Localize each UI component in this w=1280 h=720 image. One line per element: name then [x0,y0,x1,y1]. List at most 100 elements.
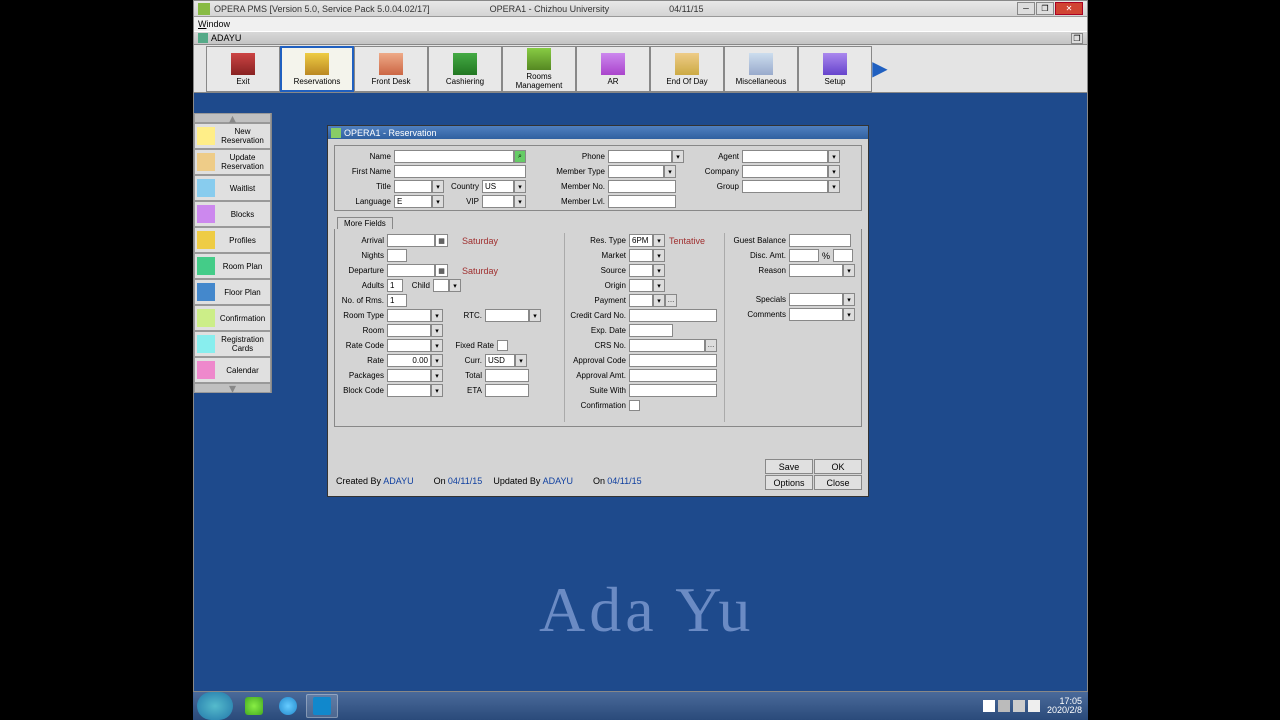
vip-field[interactable] [482,195,514,208]
minimize-button[interactable]: ─ [1017,2,1035,15]
tool-ar[interactable]: AR [576,46,650,92]
specials-dropdown[interactable]: ▾ [843,293,855,306]
credit-card-no-field[interactable] [629,309,717,322]
tray-clock[interactable]: 17:05 2020/2/8 [1043,697,1086,715]
room-type-field[interactable] [387,309,431,322]
taskbar-ie[interactable] [272,694,304,718]
sidebar-room-plan[interactable]: Room Plan [194,253,271,279]
member-lvl-field[interactable] [608,195,676,208]
tool-rooms-management[interactable]: Rooms Management [502,46,576,92]
crs-no-field[interactable] [629,339,705,352]
eta-field[interactable] [485,384,529,397]
room-field[interactable] [387,324,431,337]
company-field[interactable] [742,165,828,178]
rate-code-dropdown[interactable]: ▾ [431,339,443,352]
payment-dropdown[interactable]: ▾ [653,294,665,307]
curr-field[interactable] [485,354,515,367]
disc-amt-field[interactable] [789,249,819,262]
specials-field[interactable] [789,293,843,306]
more-fields-tab[interactable]: More Fields [337,217,393,229]
sidebar-up-arrow[interactable]: ▴ [194,113,271,123]
sidebar-down-arrow[interactable]: ▾ [194,383,271,393]
phone-field[interactable] [608,150,672,163]
title-field[interactable] [394,180,432,193]
taskbar-app-3[interactable] [306,694,338,718]
room-dropdown[interactable]: ▾ [431,324,443,337]
crs-no-button[interactable]: … [705,339,717,352]
title-dropdown[interactable]: ▾ [432,180,444,193]
close-dialog-button[interactable]: Close [814,475,862,490]
member-type-dropdown[interactable]: ▾ [664,165,676,178]
packages-field[interactable] [387,369,431,382]
save-button[interactable]: Save [765,459,813,474]
approval-amt-field[interactable] [629,369,717,382]
payment-field[interactable] [629,294,653,307]
group-dropdown[interactable]: ▾ [828,180,840,193]
reason-field[interactable] [789,264,843,277]
tool-reservations[interactable]: Reservations [280,46,354,92]
market-dropdown[interactable]: ▾ [653,249,665,262]
rtc-field[interactable] [485,309,529,322]
options-button[interactable]: Options [765,475,813,490]
agent-dropdown[interactable]: ▾ [828,150,840,163]
suite-with-field[interactable] [629,384,717,397]
no-of-rms-field[interactable] [387,294,407,307]
child-field[interactable] [433,279,449,292]
language-field[interactable] [394,195,432,208]
vip-dropdown[interactable]: ▾ [514,195,526,208]
reservation-window-title[interactable]: OPERA1 - Reservation [328,126,868,139]
agent-field[interactable] [742,150,828,163]
language-dropdown[interactable]: ▾ [432,195,444,208]
tool-exit[interactable]: Exit [206,46,280,92]
rtc-dropdown[interactable]: ▾ [529,309,541,322]
sidebar-new-reservation[interactable]: New Reservation [194,123,271,149]
name-lookup-icon[interactable]: ⌕ [514,150,526,163]
origin-field[interactable] [629,279,653,292]
market-field[interactable] [629,249,653,262]
tool-miscellaneous[interactable]: Miscellaneous [724,46,798,92]
ok-button[interactable]: OK [814,459,862,474]
name-field[interactable] [394,150,514,163]
res-type-dropdown[interactable]: ▾ [653,234,665,247]
close-button[interactable]: ✕ [1055,2,1083,15]
mdi-restore-button[interactable]: ❐ [1071,33,1083,44]
arrival-calendar-icon[interactable]: ▦ [435,234,448,247]
rate-field[interactable] [387,354,431,367]
reason-dropdown[interactable]: ▾ [843,264,855,277]
block-code-dropdown[interactable]: ▾ [431,384,443,397]
comments-field[interactable] [789,308,843,321]
tray-network-icon[interactable] [998,700,1010,712]
adults-field[interactable] [387,279,403,292]
sidebar-registration-cards[interactable]: Registration Cards [194,331,271,357]
sidebar-confirmation[interactable]: Confirmation [194,305,271,331]
comments-dropdown[interactable]: ▾ [843,308,855,321]
tool-cashiering[interactable]: Cashiering [428,46,502,92]
disc-pct-field[interactable] [833,249,853,262]
group-field[interactable] [742,180,828,193]
menubar[interactable]: Window [194,17,1087,31]
total-field[interactable] [485,369,529,382]
child-dropdown[interactable]: ▾ [449,279,461,292]
tool-setup[interactable]: Setup [798,46,872,92]
res-type-field[interactable] [629,234,653,247]
tray-flag-icon[interactable] [983,700,995,712]
approval-code-field[interactable] [629,354,717,367]
sidebar-blocks[interactable]: Blocks [194,201,271,227]
tray-volume-icon[interactable] [1013,700,1025,712]
room-type-dropdown[interactable]: ▾ [431,309,443,322]
fixed-rate-checkbox[interactable] [497,340,508,351]
sidebar-update-reservation[interactable]: Update Reservation [194,149,271,175]
tool-front-desk[interactable]: Front Desk [354,46,428,92]
rate-dropdown[interactable]: ▾ [431,354,443,367]
packages-dropdown[interactable]: ▾ [431,369,443,382]
sidebar-waitlist[interactable]: Waitlist [194,175,271,201]
curr-dropdown[interactable]: ▾ [515,354,527,367]
company-dropdown[interactable]: ▾ [828,165,840,178]
start-button[interactable] [197,692,233,720]
source-field[interactable] [629,264,653,277]
departure-field[interactable] [387,264,435,277]
source-dropdown[interactable]: ▾ [653,264,665,277]
exp-date-field[interactable] [629,324,673,337]
member-type-field[interactable] [608,165,664,178]
block-code-field[interactable] [387,384,431,397]
